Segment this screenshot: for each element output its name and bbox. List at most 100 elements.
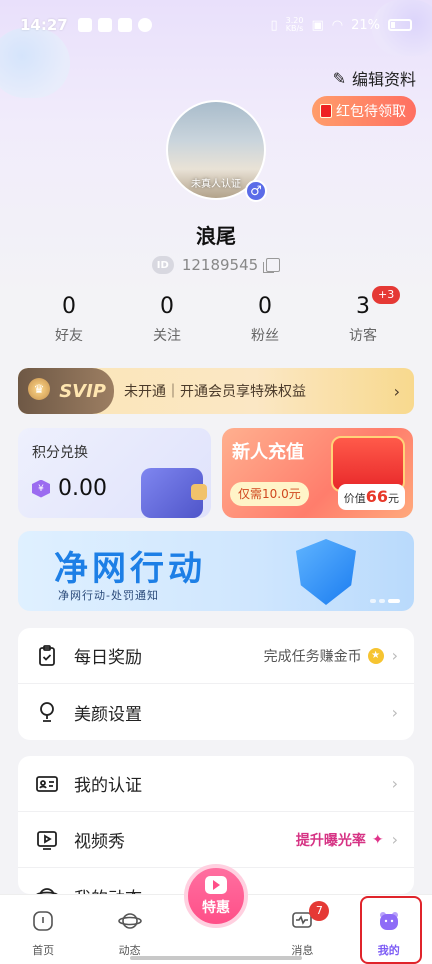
shield-icon [296,539,356,605]
home-icon [33,911,53,931]
user-id-row: ID 12189545 [0,256,432,274]
visitors-badge: +3 [372,286,401,304]
video-show-hint: 提升曝光率 ✦ [296,830,384,850]
status-right: ▯ 3.20 KB/s ▣ ◠ 21% [270,17,412,33]
worth-prefix: 价值 [343,492,366,505]
daily-reward-row[interactable]: 每日奖励 完成任务赚金币 ★ › [18,628,414,684]
sim-icon: ▣ [311,17,324,33]
recharge-worth: 价值66元 [337,484,405,510]
crown-icon: ♛ [28,378,50,400]
new-user-recharge-card[interactable]: 新人充值 仅需10.0元 价值66元 [222,428,413,518]
svip-banner[interactable]: ♛ SVIP 未开通｜开通会员享特殊权益 › [18,368,414,414]
stat-fans[interactable]: 0 粉丝 [216,294,314,345]
worth-value: 66 [365,487,388,506]
message-icon [97,18,112,32]
video-tv-icon [205,875,227,894]
worth-suffix: 元 [388,492,399,505]
home-indicator [130,956,302,960]
user-id: 12189545 [181,256,259,274]
stat-visitors[interactable]: 3 访客 +3 [314,286,412,345]
edit-icon: ✎ [332,68,346,88]
red-packet-button[interactable]: 红包待领取 [312,96,416,126]
video-show-label: 视频秀 [74,832,125,852]
chevron-right-icon: › [391,646,398,665]
nav-special-label: 特惠 [202,899,230,916]
highlight-box [360,896,422,964]
edit-profile-button[interactable]: ✎ 编辑资料 [333,66,416,90]
daily-reward-label: 每日奖励 [74,648,142,668]
chevron-right-icon: › [391,830,398,849]
red-packet-icon [320,104,332,118]
wallet-icon [141,468,207,518]
video-show-row[interactable]: 视频秀 提升曝光率 ✦ › [18,812,414,868]
my-moments-label: 我的动态 [74,884,142,895]
app-icon [117,18,132,32]
banner-title: 净网行动 [54,549,206,589]
nav-messages[interactable]: 消息 7 [267,901,337,958]
my-verification-row[interactable]: 我的认证 › [18,756,414,812]
banner-dot [379,599,385,603]
messages-badge: 7 [309,901,330,921]
chevron-right-icon: › [391,774,398,793]
chevron-right-icon: › [391,702,398,722]
stat-value: 0 [258,294,272,319]
clipboard-check-icon [34,643,60,669]
svip-label: SVIP [59,380,106,402]
vibrate-icon: ▯ [270,17,278,33]
svip-text: 未开通｜开通会员享特殊权益 [124,384,306,400]
planet-icon [117,913,142,929]
video-show-hint-text: 提升曝光率 [295,832,366,849]
stat-label: 好友 [55,328,83,344]
gender-male-icon: ♂ [245,180,267,202]
copy-icon[interactable] [263,258,281,273]
video-play-icon [34,827,60,853]
sparkle-arrow-icon: ✦ [371,831,384,848]
banner-subtitle: 净网行动-处罚通知 [58,589,159,602]
battery-icon [388,19,412,31]
network-speed: 3.20 KB/s [285,16,304,33]
daily-reward-hint-text: 完成任务赚金币 [263,648,362,665]
beauty-settings-row[interactable]: 美颜设置 › [18,684,414,740]
id-card-icon [34,771,60,797]
id-icon: ID [151,256,174,274]
planet-icon [34,883,60,894]
points-value-row: ¥ 0.00 [32,476,107,501]
stat-value: 0 [62,294,76,319]
stat-label: 粉丝 [251,328,279,344]
list-group-tasks: 每日奖励 完成任务赚金币 ★ › 美颜设置 › [18,628,414,740]
daily-reward-hint: 完成任务赚金币 ★ [264,646,384,666]
wifi-icon: ◠ [331,17,344,33]
stat-label: 访客 [349,328,377,344]
beauty-settings-label: 美颜设置 [74,704,142,725]
status-time: 14:27 [20,16,68,34]
stat-friends[interactable]: 0 好友 [20,294,118,345]
weibo-icon [137,18,152,32]
stat-value: 0 [160,294,174,319]
stats-row: 0 好友 0 关注 0 粉丝 3 访客 +3 [20,286,412,345]
banner-dot [370,599,376,603]
banner-pagination [370,599,400,603]
edit-profile-label: 编辑资料 [351,70,416,89]
notification-icon [77,18,92,32]
stat-label: 关注 [153,328,181,344]
points-exchange-card[interactable]: 积分兑换 ¥ 0.00 [18,428,211,518]
svip-tag: ♛ SVIP [18,368,114,414]
recharge-title: 新人充值 [232,442,304,463]
points-title: 积分兑换 [32,445,88,461]
nav-home[interactable]: 首页 [8,909,78,958]
status-bar: 14:27 ▯ 3.20 KB/s ▣ ◠ 21% [0,0,432,50]
chevron-right-icon: › [393,381,400,401]
nav-special-offer-button[interactable]: 特惠 [184,864,248,928]
stat-following[interactable]: 0 关注 [118,294,216,345]
points-value: 0.00 [58,476,107,501]
nickname: 浪尾 [196,224,236,248]
banner-dot-active [388,599,400,603]
mirror-icon [34,699,60,725]
my-verification-label: 我的认证 [74,776,142,796]
nav-home-label: 首页 [32,944,55,957]
clean-network-banner[interactable]: 净网行动 净网行动-处罚通知 [18,531,414,611]
nav-moments[interactable]: 动态 [95,909,165,958]
coin-icon: ¥ [32,479,50,498]
red-packet-label: 红包待领取 [336,104,406,120]
gold-coin-icon: ★ [367,647,384,664]
